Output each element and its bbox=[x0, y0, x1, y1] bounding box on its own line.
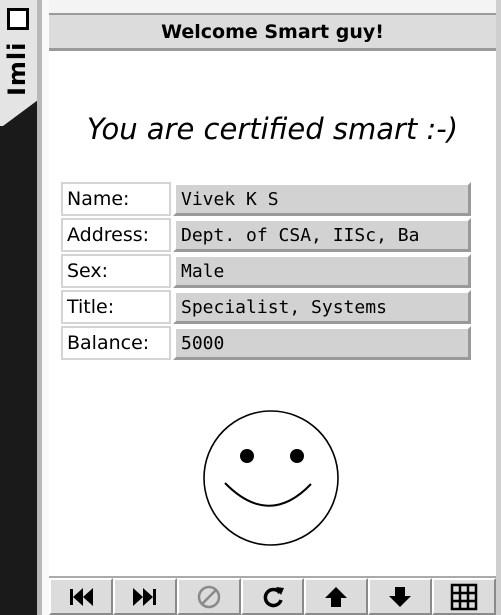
info-table: Name: Vivek K S Address: Dept. of CSA, I… bbox=[59, 180, 473, 362]
main-window: Welcome Smart guy! You are certified sma… bbox=[49, 0, 497, 615]
stop-button[interactable] bbox=[176, 578, 241, 615]
scrollbar-edge bbox=[496, 0, 501, 615]
table-row: Balance: 5000 bbox=[61, 326, 471, 360]
reload-button[interactable] bbox=[240, 578, 305, 615]
balance-value: 5000 bbox=[181, 332, 225, 354]
sex-value: Male bbox=[181, 260, 225, 282]
field-label-address: Address: bbox=[61, 218, 171, 252]
smiley-face-icon bbox=[203, 410, 339, 546]
table-row: Address: Dept. of CSA, IISc, Ba bbox=[61, 218, 471, 252]
window-title: Welcome Smart guy! bbox=[161, 20, 384, 43]
forward-button[interactable] bbox=[112, 578, 177, 615]
scroll-down-button[interactable] bbox=[368, 578, 433, 615]
field-label-balance: Balance: bbox=[61, 326, 171, 360]
address-field[interactable]: Dept. of CSA, IISc, Ba bbox=[173, 218, 471, 252]
name-value: Vivek K S bbox=[181, 188, 279, 210]
title-value: Specialist, Systems bbox=[181, 296, 387, 318]
table-row: Name: Vivek K S bbox=[61, 182, 471, 216]
app-tab-label: Imli bbox=[3, 41, 31, 96]
field-label-sex: Sex: bbox=[61, 254, 171, 288]
arrow-down-icon bbox=[389, 586, 412, 607]
stop-icon bbox=[197, 585, 220, 608]
table-row: Title: Specialist, Systems bbox=[61, 290, 471, 324]
balance-field[interactable]: 5000 bbox=[173, 326, 471, 360]
sex-field[interactable]: Male bbox=[173, 254, 471, 288]
arrow-up-icon bbox=[325, 586, 348, 607]
table-row: Sex: Male bbox=[61, 254, 471, 288]
fast-forward-icon bbox=[132, 587, 156, 606]
name-field[interactable]: Vivek K S bbox=[173, 182, 471, 216]
bottom-toolbar bbox=[49, 576, 497, 615]
reload-icon bbox=[263, 586, 284, 607]
scroll-up-button[interactable] bbox=[304, 578, 369, 615]
title-bar: Welcome Smart guy! bbox=[49, 13, 496, 51]
field-label-name: Name: bbox=[61, 182, 171, 216]
field-label-title: Title: bbox=[61, 290, 171, 324]
grid-icon bbox=[450, 583, 478, 610]
address-value: Dept. of CSA, IISc, Ba bbox=[181, 224, 420, 246]
window-top-edge bbox=[49, 0, 496, 13]
back-button[interactable] bbox=[49, 578, 113, 615]
certified-heading: You are certified smart :-) bbox=[86, 112, 459, 146]
window-box-icon[interactable] bbox=[7, 8, 29, 30]
title-field[interactable]: Specialist, Systems bbox=[173, 290, 471, 324]
grid-button[interactable] bbox=[432, 578, 497, 615]
rewind-icon bbox=[69, 587, 93, 606]
frame-border-inner bbox=[42, 0, 49, 615]
